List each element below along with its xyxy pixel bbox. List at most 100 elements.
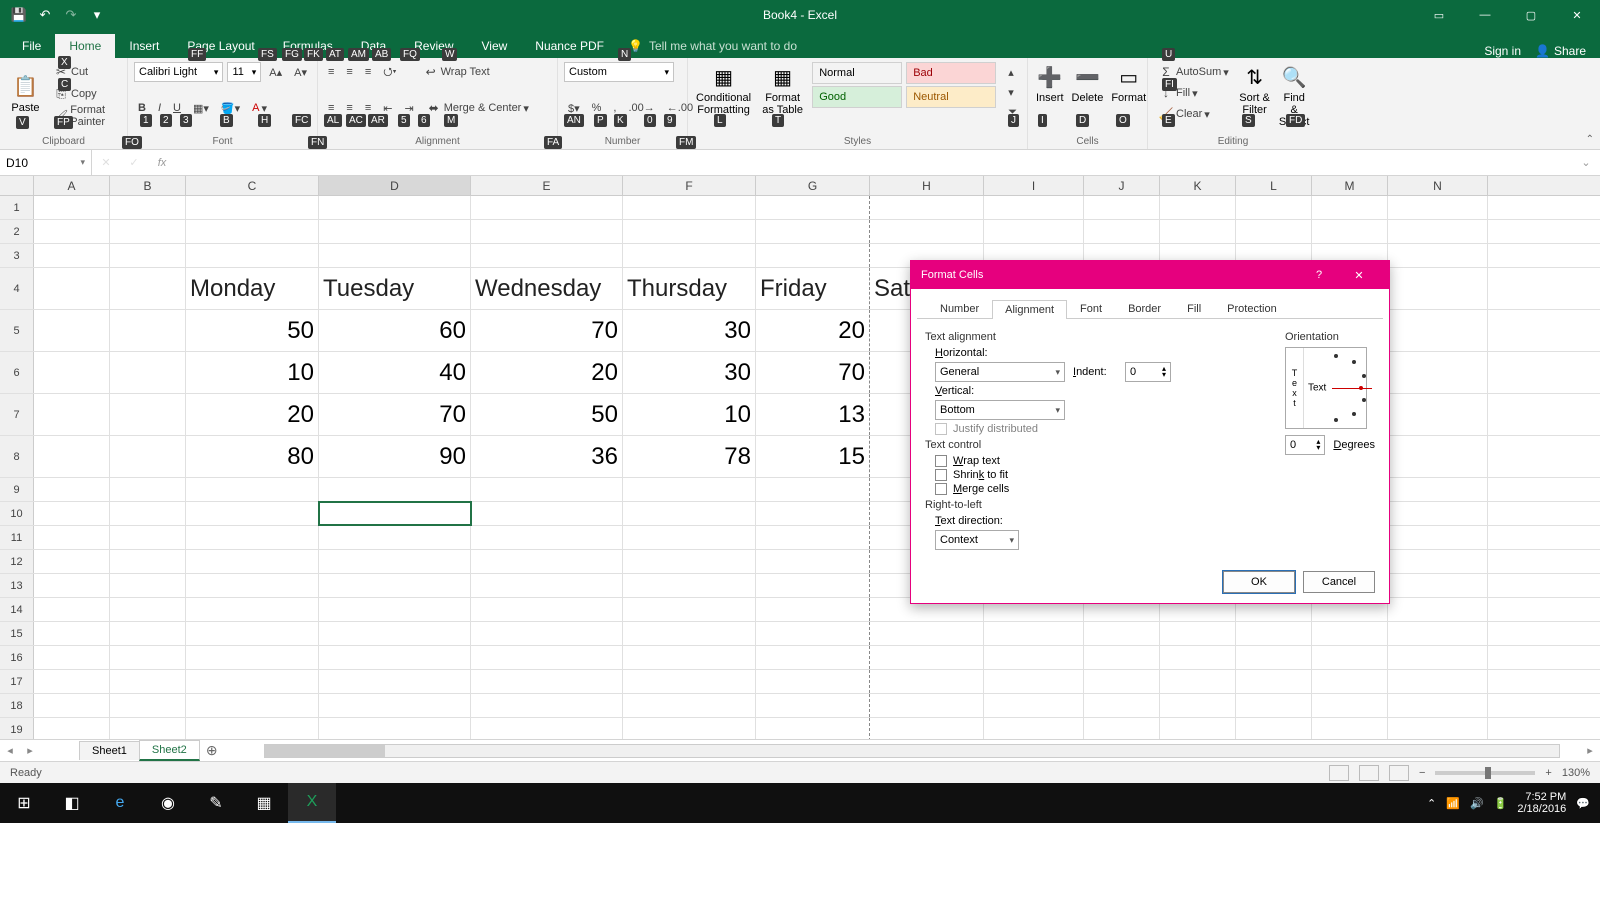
cell[interactable] [756, 220, 870, 243]
cell[interactable] [623, 502, 756, 525]
cell[interactable] [186, 220, 319, 243]
scroll-thumb[interactable] [265, 745, 385, 757]
cell[interactable] [1388, 436, 1488, 477]
column-header-F[interactable]: F [623, 176, 756, 195]
cell[interactable] [1160, 622, 1236, 645]
conditional-formatting-button[interactable]: ▦ Conditional Formatting [694, 62, 753, 118]
cell[interactable] [1388, 220, 1488, 243]
cell[interactable]: 70 [471, 310, 623, 351]
row-header[interactable]: 13 [0, 574, 34, 597]
column-header-C[interactable]: C [186, 176, 319, 195]
cell[interactable] [319, 670, 471, 693]
cell[interactable] [319, 244, 471, 267]
cell[interactable] [34, 436, 110, 477]
orientation-diagram[interactable]: Text Text [1285, 347, 1367, 429]
cell[interactable] [319, 622, 471, 645]
cell[interactable] [1388, 646, 1488, 669]
cell[interactable] [319, 718, 471, 739]
cell[interactable] [870, 670, 984, 693]
cell[interactable] [870, 694, 984, 717]
cell[interactable] [870, 196, 984, 219]
cell[interactable] [1312, 694, 1388, 717]
row-header[interactable]: 17 [0, 670, 34, 693]
cell[interactable] [1388, 670, 1488, 693]
cell[interactable] [34, 268, 110, 309]
cell[interactable] [623, 574, 756, 597]
cell[interactable] [1236, 670, 1312, 693]
cell[interactable] [623, 694, 756, 717]
zoom-level[interactable]: 130% [1562, 767, 1590, 779]
cell[interactable] [34, 550, 110, 573]
cell[interactable] [110, 598, 186, 621]
align-middle-button[interactable]: ≡ [342, 62, 356, 82]
cell[interactable] [34, 526, 110, 549]
tab-view[interactable]: View [468, 34, 522, 58]
cell[interactable] [756, 646, 870, 669]
cell[interactable] [1160, 694, 1236, 717]
merge-center-button[interactable]: ⬌Merge & Center ▾ [422, 98, 533, 118]
cell[interactable] [34, 718, 110, 739]
format-as-table-button[interactable]: ▦ Format as Table [757, 62, 808, 118]
enter-formula-icon[interactable]: ✓ [120, 156, 148, 169]
text-direction-select[interactable]: Context▾ [935, 530, 1019, 550]
cell[interactable] [756, 196, 870, 219]
orientation-button[interactable]: ⭯▾ [379, 62, 400, 82]
style-neutral[interactable]: Neutral [906, 86, 996, 108]
degrees-spinner[interactable]: 0▴▾ [1285, 435, 1325, 455]
cell[interactable] [1388, 718, 1488, 739]
cell[interactable] [110, 574, 186, 597]
cell[interactable]: 20 [186, 394, 319, 435]
column-header-B[interactable]: B [110, 176, 186, 195]
format-cells-button[interactable]: ▭Format [1109, 62, 1148, 106]
row-header[interactable]: 6 [0, 352, 34, 393]
dialog-title-bar[interactable]: Format Cells ? ✕ [911, 261, 1389, 289]
cell[interactable] [756, 694, 870, 717]
cell[interactable] [1388, 478, 1488, 501]
cell[interactable] [756, 622, 870, 645]
name-box[interactable]: D10 ▾ [0, 150, 92, 175]
cell[interactable] [1236, 694, 1312, 717]
vertical-align-select[interactable]: Bottom▾ [935, 400, 1065, 420]
styles-scroll-down[interactable]: ▾ [1004, 82, 1021, 102]
sort-filter-button[interactable]: ⇅Sort & Filter [1237, 62, 1273, 118]
cell[interactable] [1236, 622, 1312, 645]
cell[interactable] [471, 478, 623, 501]
cell[interactable] [186, 622, 319, 645]
close-icon[interactable]: ✕ [1554, 0, 1600, 30]
row-header[interactable]: 14 [0, 598, 34, 621]
cell[interactable] [471, 502, 623, 525]
cell[interactable] [319, 526, 471, 549]
cell[interactable] [34, 352, 110, 393]
row-header[interactable]: 8 [0, 436, 34, 477]
cell[interactable] [756, 550, 870, 573]
cell[interactable] [319, 646, 471, 669]
zoom-out-button[interactable]: − [1419, 767, 1425, 779]
scroll-right-icon[interactable]: ▸ [1580, 744, 1600, 757]
column-header-M[interactable]: M [1312, 176, 1388, 195]
cell[interactable] [1084, 196, 1160, 219]
undo-icon[interactable]: ↶ [36, 6, 54, 24]
column-header-G[interactable]: G [756, 176, 870, 195]
dialog-close-icon[interactable]: ✕ [1339, 269, 1379, 282]
cell[interactable] [984, 622, 1084, 645]
cell[interactable] [471, 196, 623, 219]
cell[interactable] [34, 394, 110, 435]
cell[interactable] [110, 436, 186, 477]
merge-cells-checkbox[interactable] [935, 483, 947, 495]
cell[interactable] [1236, 646, 1312, 669]
cell[interactable] [1160, 196, 1236, 219]
border-button[interactable]: ▦▾ [189, 98, 213, 118]
cell[interactable] [186, 598, 319, 621]
cell[interactable] [34, 646, 110, 669]
column-header-H[interactable]: H [870, 176, 984, 195]
cell[interactable] [1312, 622, 1388, 645]
cell[interactable] [34, 622, 110, 645]
cell[interactable] [1084, 718, 1160, 739]
cell[interactable] [623, 478, 756, 501]
zoom-in-button[interactable]: + [1545, 767, 1551, 779]
cell[interactable] [623, 598, 756, 621]
cell[interactable] [319, 574, 471, 597]
cell[interactable] [471, 718, 623, 739]
tell-me-search[interactable]: 💡 Tell me what you want to do [618, 34, 807, 58]
cell[interactable]: Wednesday [471, 268, 623, 309]
